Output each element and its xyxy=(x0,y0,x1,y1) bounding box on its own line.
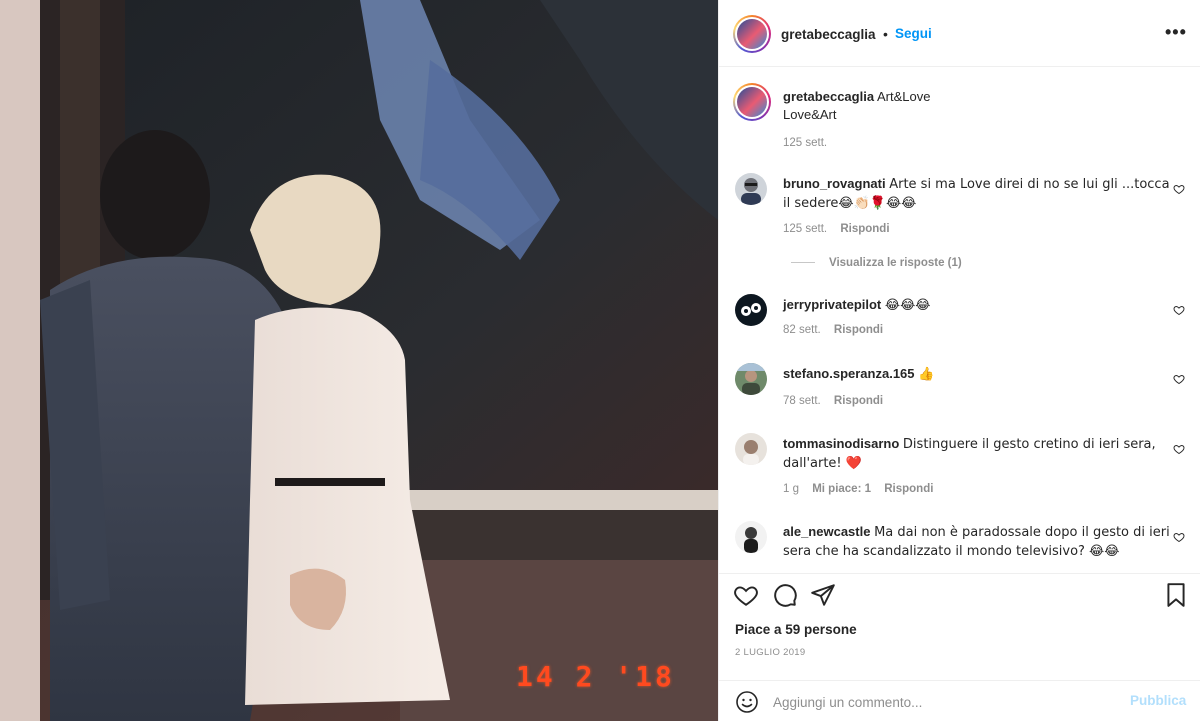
comment-input[interactable] xyxy=(773,691,1113,713)
comment-like-heart-icon[interactable] xyxy=(1173,304,1185,316)
comment-like-heart-icon[interactable] xyxy=(1173,183,1185,195)
photo-date-stamp: 14 2 '18 xyxy=(516,660,675,693)
comment-item: tommasinodisarno Distinguere il gesto cr… xyxy=(735,433,1185,499)
comment-time[interactable]: 1 g xyxy=(783,483,799,495)
comment-text: ale_newcastle Ma dai non è paradossale d… xyxy=(783,523,1178,561)
comment-text: bruno_rovagnati Arte si ma Love direi di… xyxy=(783,175,1178,213)
comment-avatar[interactable] xyxy=(735,433,767,465)
reply-button[interactable]: Rispondi xyxy=(834,395,883,407)
comment-meta: 125 sett. Rispondi xyxy=(783,223,900,235)
reply-button[interactable]: Rispondi xyxy=(884,483,933,495)
post-actions: Piace a 59 persone 2 LUGLIO 2019 Pubblic… xyxy=(719,573,1200,721)
like-heart-icon[interactable] xyxy=(733,582,759,608)
reply-button[interactable]: Rispondi xyxy=(834,324,883,336)
post-header: gretabeccaglia • Segui ••• xyxy=(719,0,1200,67)
comment-avatar[interactable] xyxy=(735,294,767,326)
comment-like-heart-icon[interactable] xyxy=(1173,531,1185,543)
comment-username[interactable]: bruno_rovagnati xyxy=(783,176,886,191)
comment-meta: 1 g Mi piace: 1 Rispondi xyxy=(783,483,943,495)
comment-time[interactable]: 78 sett. xyxy=(783,395,821,407)
reply-button[interactable]: Rispondi xyxy=(840,223,889,235)
publish-button[interactable]: Pubblica xyxy=(1130,693,1186,708)
caption: gretabeccaglia Art&Love Love&Art 125 set… xyxy=(733,83,1185,153)
caption-line1: Art&Love xyxy=(876,89,931,104)
caption-text: gretabeccaglia Art&Love Love&Art xyxy=(783,88,1178,124)
emoji-icon[interactable] xyxy=(735,690,759,714)
comment-item: stefano.speranza.165 👍 78 sett. Rispondi xyxy=(735,363,1185,413)
view-replies-label: Visualizza le risposte (1) xyxy=(829,257,962,269)
comment-username[interactable]: ale_newcastle xyxy=(783,524,870,539)
comment-time[interactable]: 82 sett. xyxy=(783,324,821,336)
comment-item: bruno_rovagnati Arte si ma Love direi di… xyxy=(735,173,1185,293)
add-comment-bar: Pubblica xyxy=(719,680,1200,721)
comment-text: stefano.speranza.165 👍 xyxy=(783,365,1178,384)
post-side-panel: gretabeccaglia • Segui ••• gretabeccagli… xyxy=(718,0,1200,721)
caption-line2: Love&Art xyxy=(783,107,837,122)
instagram-post: 14 2 '18 gretabeccaglia • Segui ••• gret… xyxy=(0,0,1200,721)
replies-divider xyxy=(791,262,815,264)
comment-text: tommasinodisarno Distinguere il gesto cr… xyxy=(783,435,1178,473)
follow-button[interactable]: Segui xyxy=(895,26,932,41)
header-separator: • xyxy=(883,26,888,42)
comment-body: 😂😂😂 xyxy=(884,298,931,313)
comments-list[interactable]: gretabeccaglia Art&Love Love&Art 125 set… xyxy=(719,67,1200,573)
comment-icon[interactable] xyxy=(772,582,798,608)
comment-avatar[interactable] xyxy=(735,521,767,553)
post-date[interactable]: 2 LUGLIO 2019 xyxy=(735,647,805,658)
photo-illustration xyxy=(0,0,718,721)
comment-avatar[interactable] xyxy=(735,173,767,205)
comment-username[interactable]: tommasinodisarno xyxy=(783,436,899,451)
header-avatar[interactable] xyxy=(733,15,771,53)
view-replies-button[interactable]: Visualizza le risposte (1) xyxy=(791,257,962,269)
bookmark-icon[interactable] xyxy=(1163,582,1189,608)
caption-meta: 125 sett. xyxy=(783,137,837,149)
comment-like-heart-icon[interactable] xyxy=(1173,373,1185,385)
header-username[interactable]: gretabeccaglia xyxy=(781,27,876,42)
comment-item: jerryprivatepilot 😂😂😂 82 sett. Rispondi xyxy=(735,294,1185,344)
post-photo[interactable]: 14 2 '18 xyxy=(0,0,718,721)
comment-like-count[interactable]: Mi piace: 1 xyxy=(812,483,871,495)
likes-count[interactable]: Piace a 59 persone xyxy=(735,622,857,637)
comment-meta: 78 sett. Rispondi xyxy=(783,395,893,407)
caption-avatar[interactable] xyxy=(733,83,771,121)
comment-time[interactable]: 125 sett. xyxy=(783,223,827,235)
comment-text: jerryprivatepilot 😂😂😂 xyxy=(783,296,1178,315)
comment-meta: 82 sett. Rispondi xyxy=(783,324,893,336)
comment-avatar[interactable] xyxy=(735,363,767,395)
share-icon[interactable] xyxy=(810,582,836,608)
caption-time[interactable]: 125 sett. xyxy=(783,137,827,149)
comment-username[interactable]: jerryprivatepilot xyxy=(783,297,881,312)
caption-username[interactable]: gretabeccaglia xyxy=(783,89,874,104)
more-options-icon[interactable]: ••• xyxy=(1165,22,1187,43)
comment-body: 👍 xyxy=(918,367,935,382)
comment-item: ale_newcastle Ma dai non è paradossale d… xyxy=(735,521,1185,573)
comment-like-heart-icon[interactable] xyxy=(1173,443,1185,455)
comment-username[interactable]: stefano.speranza.165 xyxy=(783,366,915,381)
